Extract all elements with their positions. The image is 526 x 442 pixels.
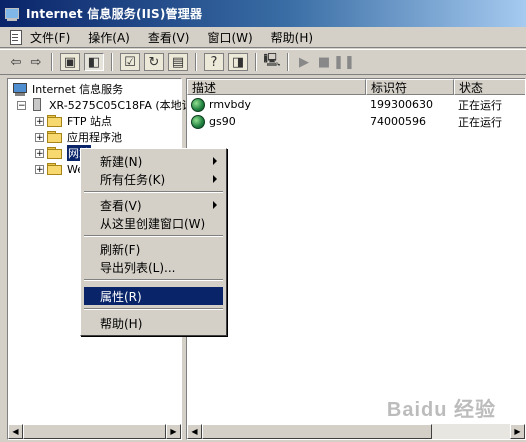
site-status: 正在运行 [458, 98, 502, 112]
scroll-thumb[interactable] [23, 424, 166, 439]
tree-node-apppools[interactable]: + 应用程序池 [35, 129, 122, 145]
column-header-status[interactable]: 状态 [454, 79, 525, 95]
context-menu: 新建(N) 所有任务(K) 查看(V) 从这里创建窗口(W) 刷新(F) 导出列… [80, 148, 227, 336]
tree-root[interactable]: Internet 信息服务 [12, 81, 123, 97]
toolbar-separator [111, 53, 113, 71]
context-item-properties[interactable]: 属性(R) [84, 287, 223, 305]
pause-icon[interactable]: ❚❚ [333, 53, 355, 71]
context-item-export-list[interactable]: 导出列表(L)... [84, 258, 223, 276]
forward-arrow-icon[interactable]: ⇨ [26, 53, 46, 71]
expand-icon[interactable]: + [35, 148, 44, 158]
context-item-new[interactable]: 新建(N) [84, 152, 223, 170]
context-item-new-window[interactable]: 从这里创建窗口(W) [84, 214, 223, 232]
menu-help[interactable]: 帮助(H) [271, 29, 313, 46]
context-item-label: 帮助(H) [100, 316, 143, 331]
submenu-arrow-icon [213, 201, 217, 209]
window-title: Internet 信息服务(IIS)管理器 [26, 7, 203, 21]
stop-icon[interactable]: ■ [314, 53, 334, 71]
toolbar-separator [287, 53, 289, 71]
site-name: gs90 [209, 115, 236, 128]
context-item-label: 属性(R) [100, 289, 142, 304]
scroll-right-icon[interactable]: ▶ [166, 424, 181, 439]
context-item-label: 查看(V) [100, 198, 142, 213]
column-header-identifier[interactable]: 标识符 [366, 79, 454, 95]
expand-icon[interactable]: + [35, 116, 44, 126]
server-icon [29, 98, 45, 112]
site-identifier: 74000596 [370, 115, 426, 128]
toolbar-separator [255, 53, 257, 71]
folder-icon [47, 163, 63, 175]
connect-icon[interactable]: 🖳 [262, 53, 282, 71]
menu-bar: 文件(F) 操作(A) 查看(V) 窗口(W) 帮助(H) [0, 27, 526, 48]
expand-icon[interactable]: + [35, 132, 44, 142]
context-item-help[interactable]: 帮助(H) [84, 314, 223, 332]
toolbar: ⇦ ⇨ ▣ ◧ ☑ ↻ ▤ ? ◨ 🖳 ▶ ■ ❚❚ [0, 49, 526, 75]
folder-icon [47, 147, 63, 159]
help-icon[interactable]: ? [204, 53, 224, 71]
context-separator [84, 235, 223, 237]
baidu-watermark: Baidu 经验 [386, 399, 496, 421]
toolbar-separator [51, 53, 53, 71]
title-bar: Internet 信息服务(IIS)管理器 [0, 0, 526, 27]
context-item-label: 所有任务(K) [100, 172, 166, 187]
column-header-description[interactable]: 描述 [187, 79, 366, 95]
menu-action[interactable]: 操作(A) [88, 29, 130, 46]
site-status: 正在运行 [458, 115, 502, 129]
submenu-arrow-icon [213, 175, 217, 183]
scroll-left-icon[interactable]: ◀ [8, 424, 23, 439]
iis-app-icon [4, 6, 20, 22]
tree-node-ftp[interactable]: + FTP 站点 [35, 113, 112, 129]
refresh-icon[interactable]: ↻ [144, 53, 164, 71]
submenu-arrow-icon [213, 157, 217, 165]
expand-icon[interactable]: + [35, 164, 44, 174]
context-separator [84, 308, 223, 310]
collapse-icon[interactable]: − [17, 100, 26, 110]
iis-root-icon [12, 82, 28, 96]
up-folder-icon[interactable]: ▣ [60, 53, 80, 71]
scroll-thumb[interactable] [202, 424, 432, 439]
menu-view[interactable]: 查看(V) [148, 29, 190, 46]
context-separator [84, 191, 223, 193]
tree-node-label: FTP 站点 [67, 115, 112, 128]
menu-window[interactable]: 窗口(W) [207, 29, 252, 46]
tree-horizontal-scrollbar[interactable]: ◀ ▶ [8, 424, 181, 439]
back-arrow-icon[interactable]: ⇦ [6, 53, 26, 71]
list-horizontal-scrollbar[interactable]: ◀ ▶ [187, 424, 525, 439]
play-icon[interactable]: ▶ [294, 53, 314, 71]
export-icon[interactable]: ▤ [168, 53, 188, 71]
tree-node-label: 应用程序池 [67, 131, 122, 144]
site-identifier: 199300630 [370, 98, 433, 111]
tree-server-node[interactable]: − XR-5275C05C18FA (本地计 [17, 97, 193, 113]
context-item-label: 刷新(F) [100, 242, 141, 257]
context-item-label: 新建(N) [100, 154, 143, 169]
scroll-right-icon[interactable]: ▶ [510, 424, 525, 439]
tree-server-label: XR-5275C05C18FA (本地计 [49, 99, 193, 112]
context-separator [84, 279, 223, 281]
website-globe-icon [191, 97, 205, 112]
menu-file[interactable]: 文件(F) [30, 29, 70, 46]
folder-icon [47, 115, 63, 127]
tree-root-label: Internet 信息服务 [32, 83, 124, 96]
context-item-view[interactable]: 查看(V) [84, 196, 223, 214]
list-header: 描述 标识符 状态 [187, 79, 525, 95]
scroll-left-icon[interactable]: ◀ [187, 424, 202, 439]
folder-icon [47, 131, 63, 143]
website-globe-icon [191, 114, 205, 129]
context-item-label: 导出列表(L)... [100, 260, 176, 275]
site-name: rmvbdy [209, 98, 252, 111]
list-item[interactable]: rmvbdy 199300630 正在运行 [187, 96, 525, 113]
list-pane[interactable]: 描述 标识符 状态 rmvbdy 199300630 正在运行 gs90 740… [186, 78, 526, 440]
properties-icon[interactable]: ☑ [120, 53, 140, 71]
tree-node-webext[interactable]: + We [35, 161, 84, 177]
context-item-refresh[interactable]: 刷新(F) [84, 240, 223, 258]
show-tree-icon[interactable]: ◧ [84, 53, 104, 71]
show-scope-icon[interactable]: ◨ [228, 53, 248, 71]
context-item-label: 从这里创建窗口(W) [100, 216, 206, 231]
toolbar-separator [195, 53, 197, 71]
list-item[interactable]: gs90 74000596 正在运行 [187, 113, 525, 130]
context-item-all-tasks[interactable]: 所有任务(K) [84, 170, 223, 188]
document-icon[interactable] [8, 30, 24, 45]
